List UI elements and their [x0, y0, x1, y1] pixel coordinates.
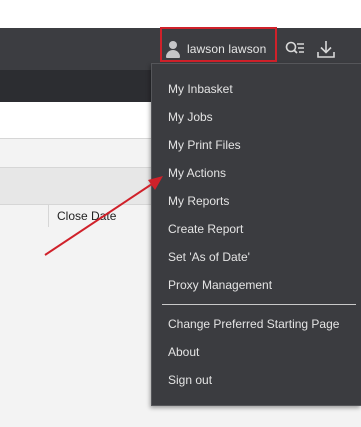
menu-divider — [162, 304, 356, 305]
menu-item-create-report[interactable]: Create Report — [168, 219, 243, 239]
user-icon — [165, 40, 181, 58]
menu-item-my-jobs[interactable]: My Jobs — [168, 107, 213, 127]
menu-item-change-preferred-starting-page[interactable]: Change Preferred Starting Page — [168, 314, 339, 334]
user-dropdown-menu: My Inbasket My Jobs My Print Files My Ac… — [151, 63, 361, 406]
column-header-close-date[interactable]: Close Date — [48, 205, 168, 227]
menu-item-my-actions[interactable]: My Actions — [168, 163, 226, 183]
menu-item-proxy-management[interactable]: Proxy Management — [168, 275, 272, 295]
menu-item-my-print-files[interactable]: My Print Files — [168, 135, 241, 155]
download-icon[interactable] — [316, 39, 336, 59]
user-name-label: lawson lawson — [187, 42, 267, 56]
menu-item-sign-out[interactable]: Sign out — [168, 370, 212, 390]
user-menu-button[interactable]: lawson lawson — [165, 38, 266, 60]
menu-item-my-reports[interactable]: My Reports — [168, 191, 229, 211]
search-list-icon[interactable] — [285, 41, 305, 57]
menu-item-about[interactable]: About — [168, 342, 199, 362]
menu-item-my-inbasket[interactable]: My Inbasket — [168, 79, 233, 99]
top-white-strip — [0, 0, 361, 28]
column-header-label: Close Date — [57, 209, 117, 223]
menu-item-set-as-of-date[interactable]: Set 'As of Date' — [168, 247, 250, 267]
